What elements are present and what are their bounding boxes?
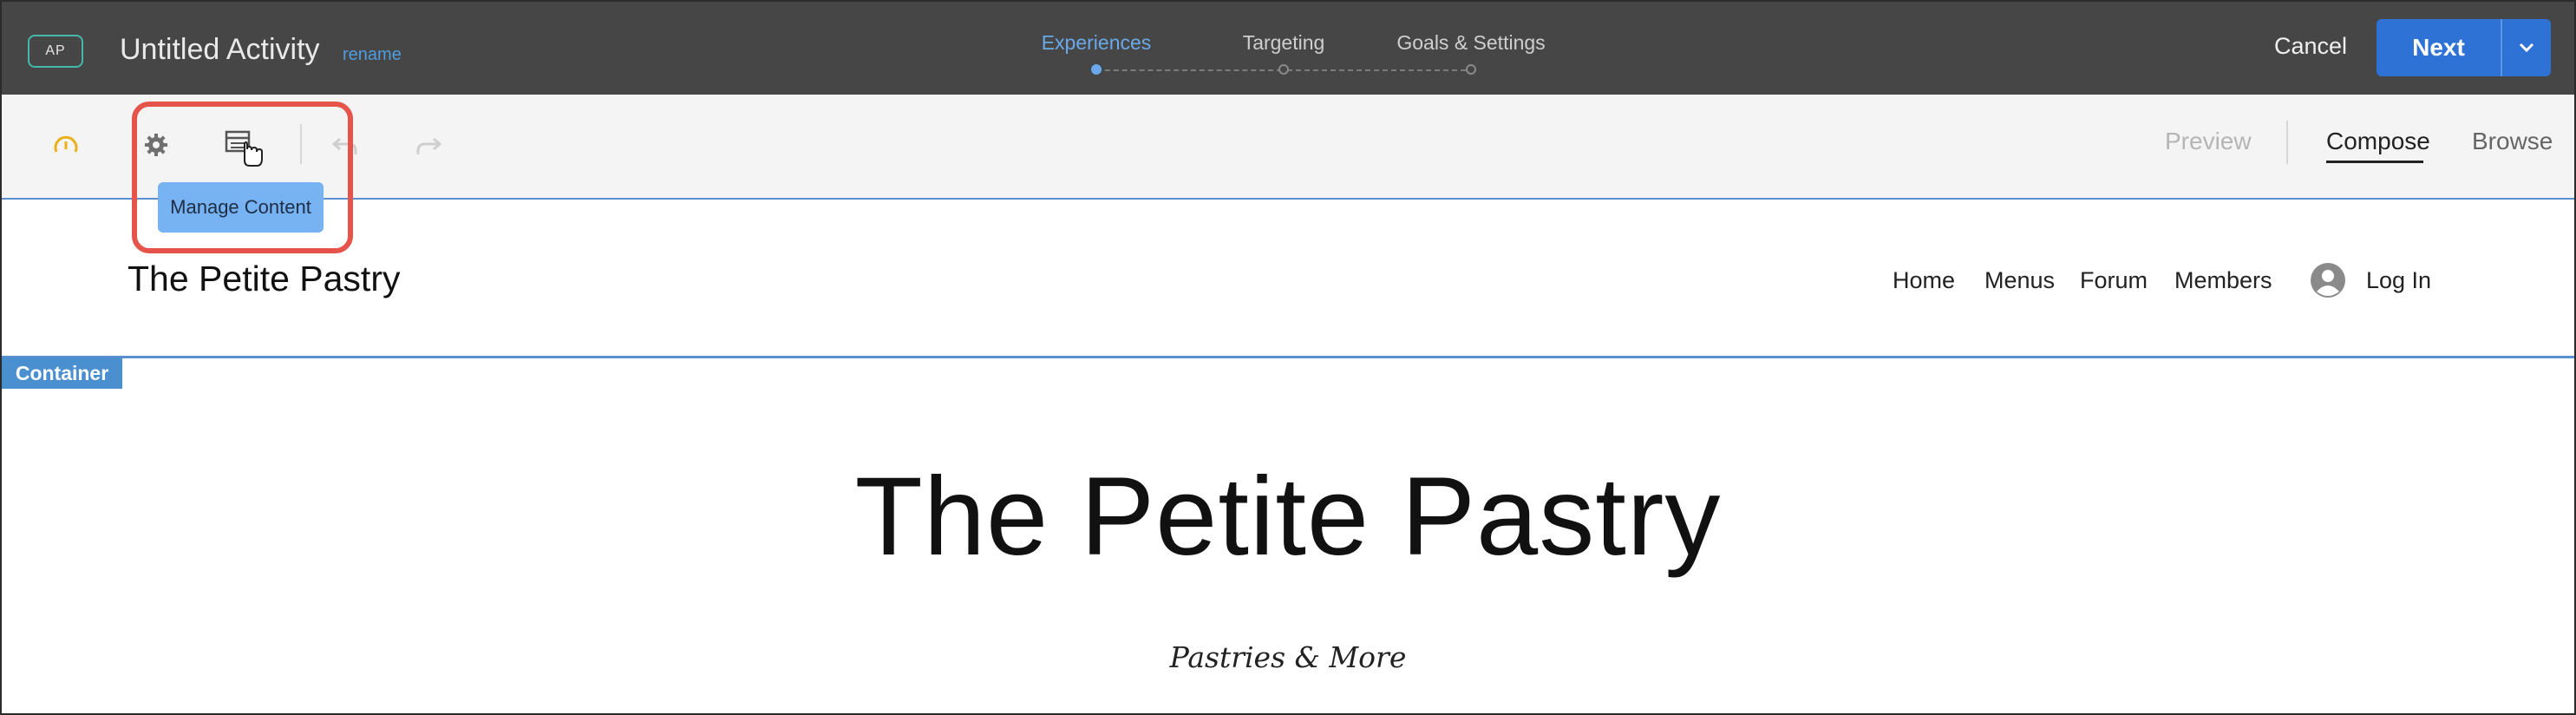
app-badge[interactable]: AP — [28, 35, 83, 68]
step-indicator: Experiences Targeting Goals & Settings — [1025, 26, 1563, 78]
site-header: The Petite Pastry Home Menus Forum Membe… — [2, 200, 2574, 358]
nav-forum[interactable]: Forum — [2080, 267, 2148, 294]
hero-title[interactable]: The Petite Pastry — [2, 453, 2574, 581]
container-label[interactable]: Container — [2, 358, 122, 389]
user-avatar-icon[interactable] — [2310, 262, 2346, 298]
site-logo[interactable]: The Petite Pastry — [127, 259, 400, 299]
step-connector — [1287, 69, 1466, 71]
top-header: AP Untitled Activity rename Experiences … — [2, 2, 2574, 95]
next-dropdown-toggle[interactable] — [2501, 19, 2551, 76]
app-window: AP Untitled Activity rename Experiences … — [0, 0, 2576, 715]
active-mode-underline — [2326, 161, 2423, 163]
step-dot-experiences — [1091, 64, 1102, 75]
step-dot-goals — [1466, 64, 1476, 75]
mode-divider — [2286, 121, 2288, 164]
step-connector — [1096, 69, 1282, 71]
mode-preview[interactable]: Preview — [2165, 128, 2252, 155]
rename-link[interactable]: rename — [343, 45, 402, 65]
step-goals-settings[interactable]: Goals & Settings — [1396, 31, 1545, 55]
redo-icon[interactable] — [413, 133, 444, 159]
step-targeting[interactable]: Targeting — [1243, 31, 1325, 55]
gauge-icon[interactable] — [50, 129, 82, 161]
step-dot-targeting — [1278, 64, 1289, 75]
manage-content-tooltip: Manage Content — [158, 182, 324, 233]
editor-toolbar: Preview Compose Browse — [2, 95, 2574, 200]
chevron-down-icon — [2519, 43, 2534, 53]
mode-compose[interactable]: Compose — [2326, 128, 2430, 155]
nav-menus[interactable]: Menus — [1984, 267, 2055, 294]
next-button[interactable]: Next — [2377, 19, 2501, 76]
login-link[interactable]: Log In — [2366, 267, 2431, 294]
next-button-group: Next — [2377, 19, 2551, 76]
nav-members[interactable]: Members — [2174, 267, 2272, 294]
cancel-button[interactable]: Cancel — [2274, 33, 2347, 60]
activity-title: Untitled Activity — [120, 33, 320, 66]
nav-home[interactable]: Home — [1893, 267, 1955, 294]
hero-subtitle[interactable]: Pastries & More — [2, 640, 2574, 674]
mode-browse[interactable]: Browse — [2472, 128, 2553, 155]
step-experiences[interactable]: Experiences — [1042, 31, 1152, 55]
